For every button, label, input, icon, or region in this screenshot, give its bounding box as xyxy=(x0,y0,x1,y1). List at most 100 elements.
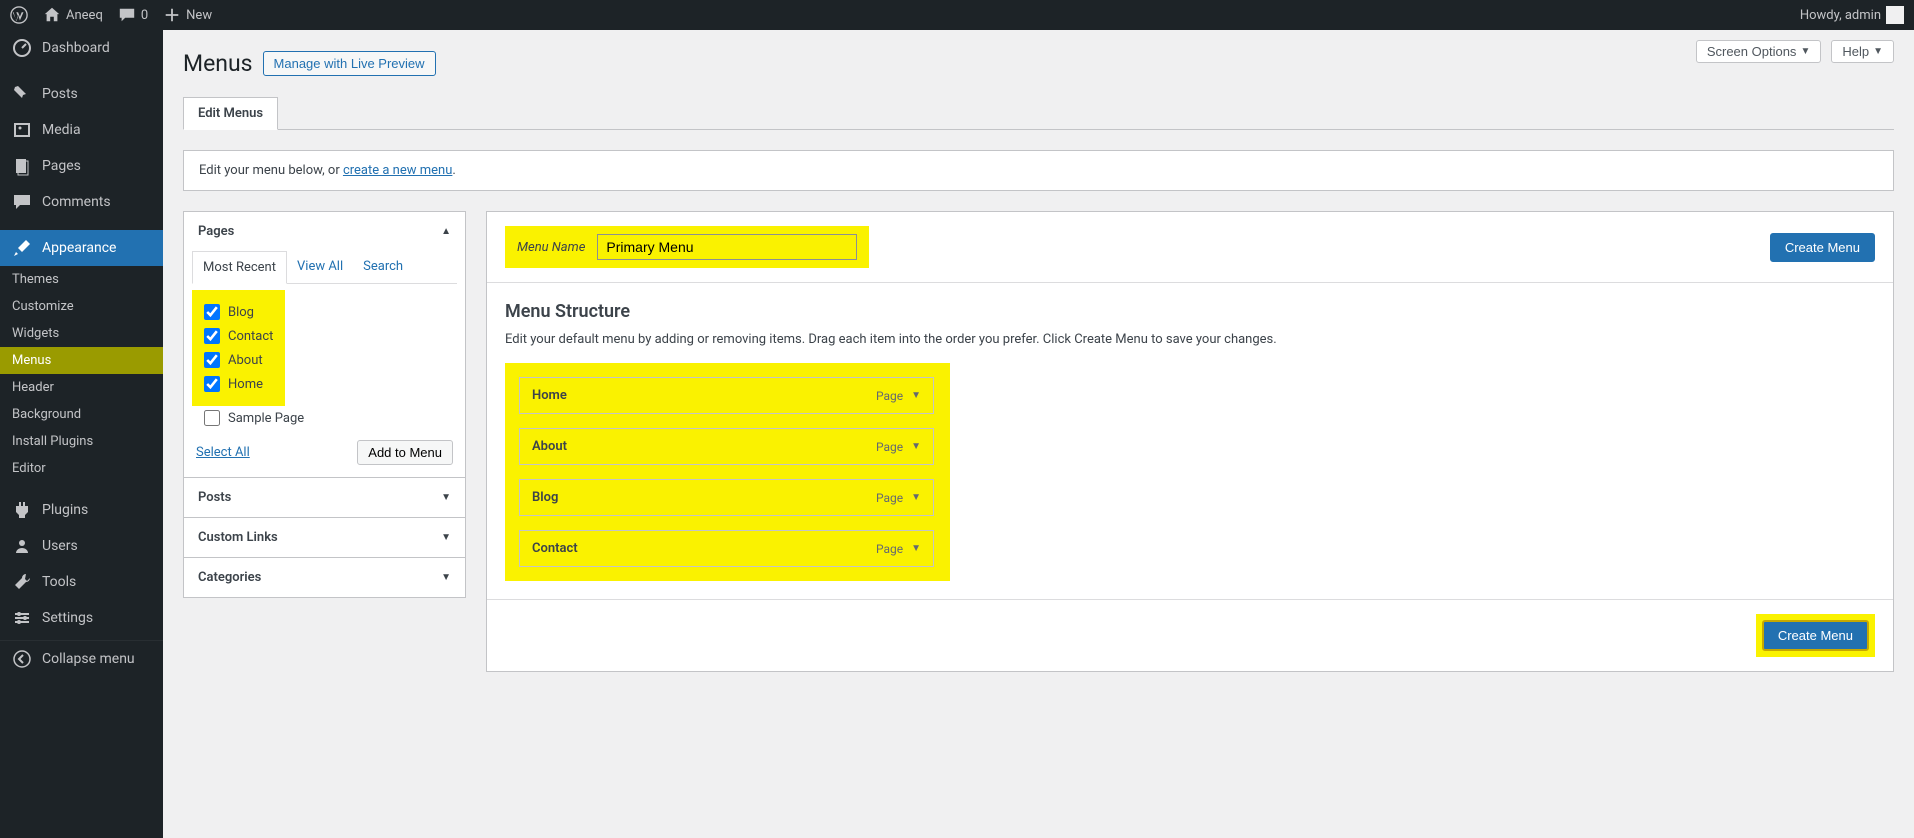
pin-icon xyxy=(12,84,32,104)
site-name-link[interactable]: Aneeq xyxy=(43,6,103,24)
menu-item-row[interactable]: Home Page ▼ xyxy=(519,377,934,414)
menu-name-highlight: Menu Name xyxy=(505,226,869,268)
checkbox-contact[interactable] xyxy=(204,328,220,344)
page-check-item[interactable]: Sample Page xyxy=(204,406,445,430)
pages-accordion: Pages ▲ Most Recent View All Search Blog… xyxy=(183,211,466,478)
comments-count: 0 xyxy=(141,8,148,23)
chevron-down-icon[interactable]: ▼ xyxy=(911,492,921,503)
menu-item-title: Contact xyxy=(532,541,578,556)
checkbox-sample-page[interactable] xyxy=(204,410,220,426)
custom-links-accordion: Custom Links ▼ xyxy=(183,517,466,558)
sidebar-item-label: Appearance xyxy=(42,240,116,256)
sidebar-subitem-widgets[interactable]: Widgets xyxy=(0,320,163,347)
checkbox-blog[interactable] xyxy=(204,304,220,320)
create-menu-button-bottom[interactable]: Create Menu xyxy=(1762,620,1869,651)
sidebar-item-tools[interactable]: Tools xyxy=(0,564,163,600)
tab-search[interactable]: Search xyxy=(353,251,413,283)
chevron-down-icon[interactable]: ▼ xyxy=(911,441,921,452)
sidebar-item-label: Users xyxy=(42,538,78,554)
admin-sidebar: Dashboard Posts Media Pages Comments App… xyxy=(0,30,163,838)
tools-icon xyxy=(12,572,32,592)
sidebar-item-dashboard[interactable]: Dashboard xyxy=(0,30,163,66)
sidebar-item-label: Plugins xyxy=(42,502,88,518)
menu-item-row[interactable]: About Page ▼ xyxy=(519,428,934,465)
add-to-menu-button[interactable]: Add to Menu xyxy=(357,440,453,465)
sidebar-subitem-install-plugins[interactable]: Install Plugins xyxy=(0,428,163,455)
sidebar-subitem-menus[interactable]: Menus xyxy=(0,347,163,374)
chevron-down-icon[interactable]: ▼ xyxy=(911,390,921,401)
home-icon xyxy=(43,6,61,24)
page-checklist-highlighted: Blog Contact About Home xyxy=(192,290,285,406)
collapse-label: Collapse menu xyxy=(42,651,135,667)
comments-link[interactable]: 0 xyxy=(118,6,148,24)
menu-name-input[interactable] xyxy=(597,234,857,260)
chevron-up-icon: ▲ xyxy=(441,226,451,237)
tab-edit-menus[interactable]: Edit Menus xyxy=(183,97,278,130)
sidebar-item-comments[interactable]: Comments xyxy=(0,184,163,220)
sidebar-item-users[interactable]: Users xyxy=(0,528,163,564)
sidebar-subitem-background[interactable]: Background xyxy=(0,401,163,428)
sidebar-subitem-header[interactable]: Header xyxy=(0,374,163,401)
appearance-submenu: Themes Customize Widgets Menus Header Ba… xyxy=(0,266,163,482)
panel-title: Pages xyxy=(198,224,234,239)
pages-accordion-header[interactable]: Pages ▲ xyxy=(184,212,465,251)
howdy-link[interactable]: Howdy, admin xyxy=(1800,6,1904,24)
comment-icon xyxy=(12,192,32,212)
wp-logo[interactable] xyxy=(10,6,28,24)
new-content-link[interactable]: New xyxy=(163,6,212,24)
live-preview-button[interactable]: Manage with Live Preview xyxy=(263,51,436,76)
help-button[interactable]: Help ▼ xyxy=(1831,40,1894,63)
posts-accordion-header[interactable]: Posts ▼ xyxy=(184,478,465,517)
custom-links-accordion-header[interactable]: Custom Links ▼ xyxy=(184,518,465,557)
collapse-icon xyxy=(12,649,32,669)
create-menu-button-top[interactable]: Create Menu xyxy=(1770,233,1875,262)
menu-structure-title: Menu Structure xyxy=(505,301,1875,322)
sidebar-subitem-editor[interactable]: Editor xyxy=(0,455,163,482)
page-icon xyxy=(12,156,32,176)
sidebar-item-label: Settings xyxy=(42,610,93,626)
users-icon xyxy=(12,536,32,556)
chevron-down-icon[interactable]: ▼ xyxy=(911,543,921,554)
menu-item-row[interactable]: Contact Page ▼ xyxy=(519,530,934,567)
new-label: New xyxy=(186,8,212,23)
menu-structure-desc: Edit your default menu by adding or remo… xyxy=(505,332,1875,347)
sidebar-subitem-themes[interactable]: Themes xyxy=(0,266,163,293)
screen-options-button[interactable]: Screen Options ▼ xyxy=(1696,40,1822,63)
menu-management: Menu Name Create Menu Menu Structure Edi… xyxy=(486,211,1894,672)
collapse-menu[interactable]: Collapse menu xyxy=(0,640,163,677)
brush-icon xyxy=(12,238,32,258)
sidebar-item-appearance[interactable]: Appearance xyxy=(0,230,163,266)
menu-item-row[interactable]: Blog Page ▼ xyxy=(519,479,934,516)
admin-bar: Aneeq 0 New Howdy, admin xyxy=(0,0,1914,30)
edit-notice: Edit your menu below, or create a new me… xyxy=(183,150,1894,191)
select-all-link[interactable]: Select All xyxy=(196,445,250,460)
menu-name-label: Menu Name xyxy=(517,240,585,255)
tab-most-recent[interactable]: Most Recent xyxy=(192,251,287,284)
sidebar-item-label: Dashboard xyxy=(42,40,110,56)
chevron-down-icon: ▼ xyxy=(441,532,451,543)
sidebar-item-pages[interactable]: Pages xyxy=(0,148,163,184)
checkbox-home[interactable] xyxy=(204,376,220,392)
page-check-item[interactable]: About xyxy=(204,348,273,372)
sidebar-item-label: Media xyxy=(42,122,81,138)
dashboard-icon xyxy=(12,38,32,58)
page-check-item[interactable]: Blog xyxy=(204,300,273,324)
create-new-menu-link[interactable]: create a new menu xyxy=(343,163,452,178)
sidebar-item-posts[interactable]: Posts xyxy=(0,76,163,112)
sidebar-item-plugins[interactable]: Plugins xyxy=(0,492,163,528)
checkbox-about[interactable] xyxy=(204,352,220,368)
categories-accordion-header[interactable]: Categories ▼ xyxy=(184,558,465,597)
chevron-down-icon: ▼ xyxy=(1800,46,1810,57)
page-title: Menus xyxy=(183,50,253,77)
page-check-item[interactable]: Home xyxy=(204,372,273,396)
plugin-icon xyxy=(12,500,32,520)
menu-item-title: About xyxy=(532,439,567,454)
page-check-item[interactable]: Contact xyxy=(204,324,273,348)
sidebar-item-media[interactable]: Media xyxy=(0,112,163,148)
sidebar-item-settings[interactable]: Settings xyxy=(0,600,163,636)
notice-prefix: Edit your menu below, or xyxy=(199,163,343,178)
menu-item-title: Blog xyxy=(532,490,558,505)
sidebar-subitem-customize[interactable]: Customize xyxy=(0,293,163,320)
tab-view-all[interactable]: View All xyxy=(287,251,353,283)
notice-suffix: . xyxy=(452,163,455,178)
